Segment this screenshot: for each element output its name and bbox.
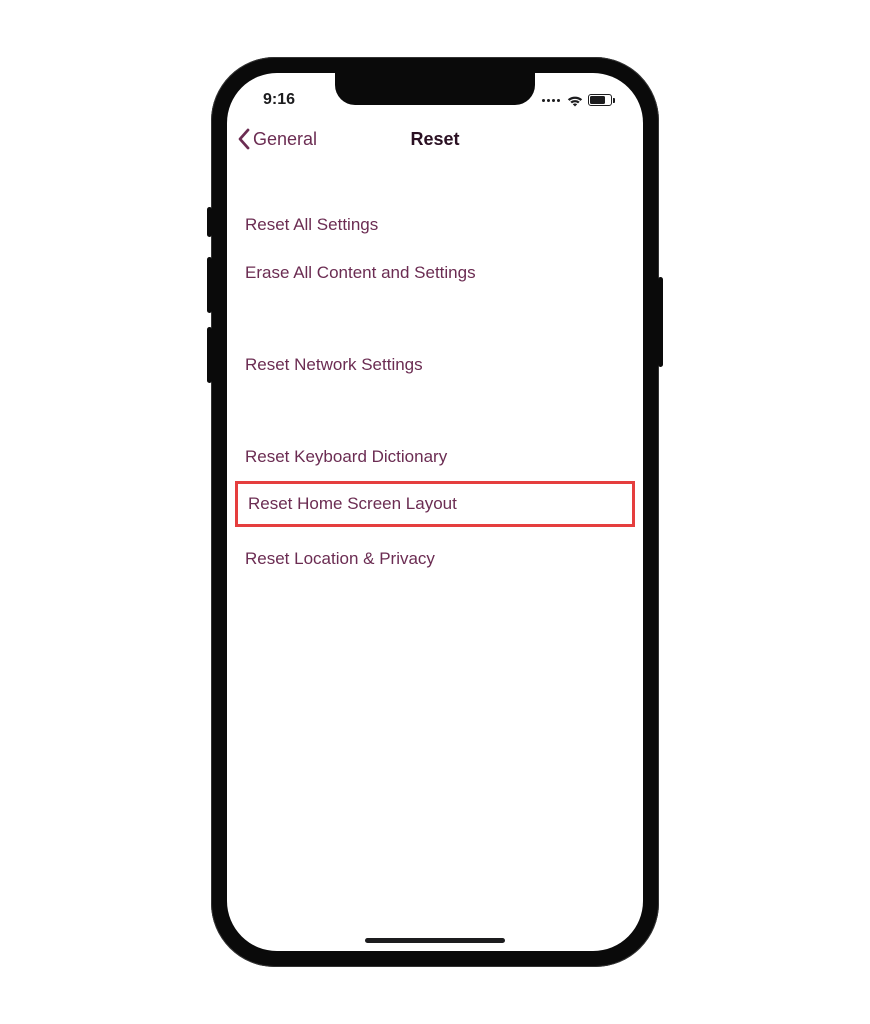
phone-notch	[335, 73, 535, 105]
status-indicators	[542, 94, 619, 107]
highlight-annotation: Reset Home Screen Layout	[235, 481, 635, 527]
reset-group-3: Reset Keyboard Dictionary Reset Home Scr…	[227, 433, 643, 583]
reset-group-2: Reset Network Settings	[227, 341, 643, 389]
battery-icon	[588, 94, 615, 106]
erase-all-content-item[interactable]: Erase All Content and Settings	[227, 249, 643, 297]
back-label: General	[253, 129, 317, 150]
reset-options-list: Reset All Settings Erase All Content and…	[227, 161, 643, 583]
power-button	[658, 277, 663, 367]
reset-all-settings-item[interactable]: Reset All Settings	[227, 201, 643, 249]
phone-frame: 9:16	[211, 57, 659, 967]
chevron-left-icon	[237, 128, 251, 150]
home-indicator[interactable]	[365, 938, 505, 943]
reset-keyboard-dictionary-item[interactable]: Reset Keyboard Dictionary	[227, 433, 643, 481]
reset-group-1: Reset All Settings Erase All Content and…	[227, 201, 643, 297]
reset-location-privacy-item[interactable]: Reset Location & Privacy	[227, 535, 643, 583]
status-time: 9:16	[251, 91, 295, 109]
mute-switch	[207, 207, 212, 237]
volume-down-button	[207, 327, 212, 383]
page-title: Reset	[410, 129, 459, 150]
wifi-icon	[566, 94, 584, 107]
cellular-signal-icon	[542, 99, 560, 102]
back-button[interactable]: General	[237, 128, 317, 150]
reset-home-screen-layout-item[interactable]: Reset Home Screen Layout	[238, 484, 632, 524]
navigation-bar: General Reset	[227, 117, 643, 161]
phone-screen: 9:16	[227, 73, 643, 951]
reset-network-settings-item[interactable]: Reset Network Settings	[227, 341, 643, 389]
volume-up-button	[207, 257, 212, 313]
